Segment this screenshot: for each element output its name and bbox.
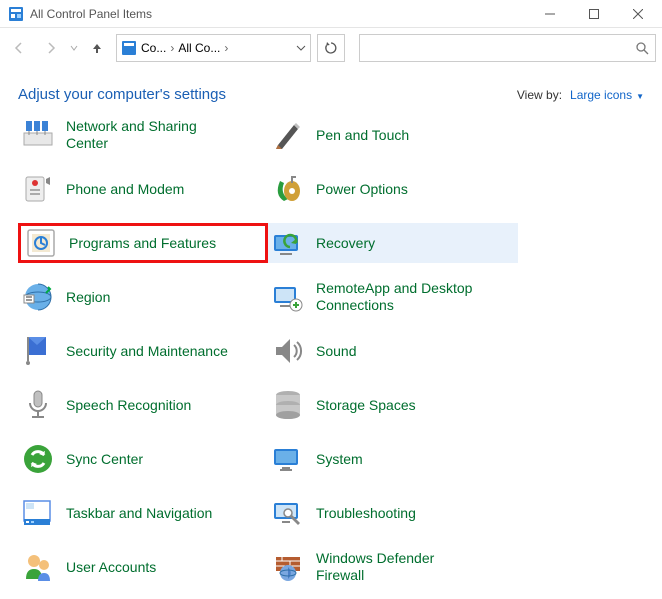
item-pen-touch[interactable]: Pen and Touch (268, 115, 518, 155)
item-label: Security and Maintenance (66, 343, 228, 360)
item-label: Storage Spaces (316, 397, 416, 414)
item-label: Taskbar and Navigation (66, 505, 212, 522)
item-label: Pen and Touch (316, 127, 409, 144)
item-label: User Accounts (66, 559, 156, 576)
speech-icon (20, 387, 56, 423)
item-sync[interactable]: Sync Center (18, 439, 268, 479)
phone-modem-icon (20, 171, 56, 207)
window-title: All Control Panel Items (30, 7, 528, 21)
item-label: Recovery (316, 235, 375, 252)
item-network-sharing[interactable]: Network and Sharing Center (18, 115, 268, 155)
up-button[interactable] (84, 35, 110, 61)
item-firewall[interactable]: Windows Defender Firewall (268, 547, 518, 587)
viewby-label: View by: (517, 88, 562, 102)
network-sharing-icon (20, 117, 56, 153)
recent-dropdown[interactable] (70, 44, 78, 52)
remoteapp-icon (270, 279, 306, 315)
item-label: Power Options (316, 181, 408, 198)
pen-touch-icon (270, 117, 306, 153)
toolbar: Co... › All Co... › (0, 28, 662, 68)
address-bar[interactable]: Co... › All Co... › (116, 34, 311, 62)
close-button[interactable] (616, 0, 660, 28)
item-label: Region (66, 289, 110, 306)
crumb-sep-icon: › (224, 41, 228, 55)
header: Adjust your computer's settings View by:… (0, 68, 662, 109)
minimize-button[interactable] (528, 0, 572, 28)
item-security-maintenance[interactable]: Security and Maintenance (18, 331, 268, 371)
security-maintenance-icon (20, 333, 56, 369)
item-label: Phone and Modem (66, 181, 184, 198)
crumb-sep-icon: › (170, 41, 174, 55)
titlebar: All Control Panel Items (0, 0, 662, 28)
item-recovery[interactable]: Recovery (268, 223, 518, 263)
item-programs-features[interactable]: Programs and Features (18, 223, 268, 263)
troubleshooting-icon (270, 495, 306, 531)
viewby-value: Large icons (570, 88, 632, 102)
user-accounts-icon (20, 549, 56, 585)
back-button[interactable] (6, 35, 32, 61)
recovery-icon (270, 225, 306, 261)
storage-icon (270, 387, 306, 423)
item-troubleshooting[interactable]: Troubleshooting (268, 493, 518, 533)
page-title: Adjust your computer's settings (18, 86, 517, 103)
item-taskbar[interactable]: Taskbar and Navigation (18, 493, 268, 533)
region-icon (20, 279, 56, 315)
item-region[interactable]: Region (18, 277, 268, 317)
item-label: Sound (316, 343, 356, 360)
forward-button[interactable] (38, 35, 64, 61)
search-icon (635, 41, 649, 55)
item-speech[interactable]: Speech Recognition (18, 385, 268, 425)
address-dropdown-icon[interactable] (296, 43, 306, 53)
item-label: Windows Defender Firewall (316, 550, 486, 584)
programs-features-icon (23, 225, 59, 261)
system-icon (270, 441, 306, 477)
search-box[interactable] (359, 34, 656, 62)
item-user-accounts[interactable]: User Accounts (18, 547, 268, 587)
sound-icon (270, 333, 306, 369)
crumb-all-items[interactable]: All Co... (178, 41, 220, 55)
item-label: RemoteApp and Desktop Connections (316, 280, 486, 314)
refresh-button[interactable] (317, 34, 345, 62)
maximize-button[interactable] (572, 0, 616, 28)
firewall-icon (270, 549, 306, 585)
taskbar-icon (20, 495, 56, 531)
item-label: Troubleshooting (316, 505, 416, 522)
sync-icon (20, 441, 56, 477)
chevron-down-icon: ▼ (636, 92, 644, 101)
item-label: Sync Center (66, 451, 143, 468)
item-sound[interactable]: Sound (268, 331, 518, 371)
items-grid: Network and Sharing Center Pen and Touch P… (0, 109, 662, 599)
item-power[interactable]: Power Options (268, 169, 518, 209)
item-label: Programs and Features (69, 235, 216, 252)
power-icon (270, 171, 306, 207)
control-panel-crumb-icon (121, 40, 137, 56)
search-input[interactable] (366, 41, 631, 55)
item-remoteapp[interactable]: RemoteApp and Desktop Connections (268, 277, 518, 317)
viewby-dropdown[interactable]: Large icons ▼ (570, 88, 644, 102)
item-label: System (316, 451, 363, 468)
crumb-control-panel[interactable]: Co... (141, 41, 166, 55)
item-label: Speech Recognition (66, 397, 191, 414)
item-phone-modem[interactable]: Phone and Modem (18, 169, 268, 209)
item-storage[interactable]: Storage Spaces (268, 385, 518, 425)
item-system[interactable]: System (268, 439, 518, 479)
item-label: Network and Sharing Center (66, 118, 236, 152)
control-panel-icon (8, 6, 24, 22)
